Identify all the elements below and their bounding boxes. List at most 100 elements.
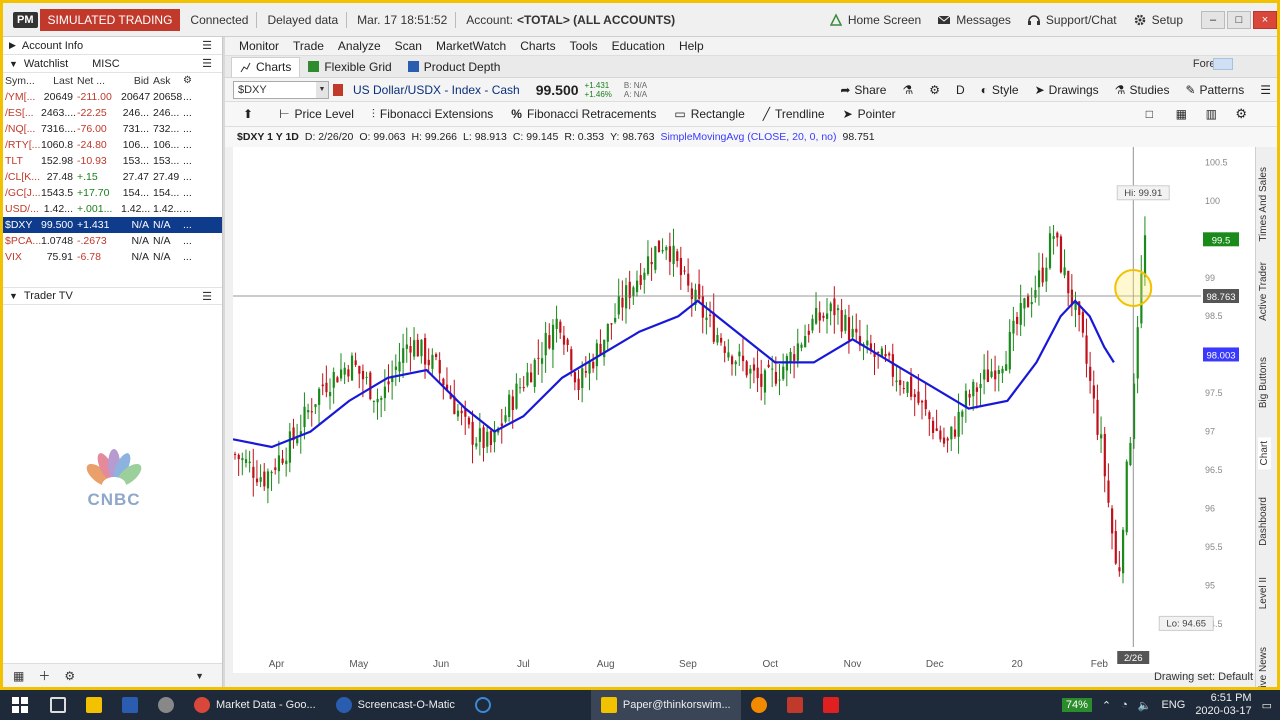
setup-button[interactable]: Setup <box>1133 13 1183 27</box>
screencast-task[interactable]: Screencast-O-Matic <box>326 690 465 720</box>
table-row[interactable]: /CL[K... 27.48 +.15 27.47 27.49... <box>3 169 222 185</box>
app-orange-button[interactable] <box>741 690 777 720</box>
fib-retracements-tool[interactable]: % Fibonacci Retracements <box>511 107 656 121</box>
app-l-button[interactable] <box>112 690 148 720</box>
file-explorer-button[interactable] <box>76 690 112 720</box>
clock[interactable]: 6:51 PM 2020-03-17 <box>1195 692 1251 718</box>
panel-menu-icon[interactable]: ☰ <box>202 39 212 52</box>
expand-arrow-icon[interactable]: ▶ <box>9 40 16 51</box>
messages-button[interactable]: Messages <box>937 13 1011 27</box>
table-row[interactable]: $PCA... 1.0748 -.2673 N/A N/A... <box>3 233 222 249</box>
tab-flexible-grid[interactable]: Flexible Grid <box>300 57 399 77</box>
column-header[interactable]: Last <box>41 73 77 89</box>
pin-icon[interactable]: ⬆ <box>243 107 253 121</box>
account-selector[interactable]: <TOTAL> (ALL ACCOUNTS) <box>517 13 675 27</box>
menu-icon[interactable]: ☰ <box>1260 83 1271 97</box>
grid-icon[interactable]: ▦ <box>13 669 24 683</box>
watchlist-settings-icon[interactable]: ⚙ <box>183 73 201 89</box>
drawings-button[interactable]: ➤ Drawings <box>1035 83 1099 97</box>
app-files-button[interactable] <box>777 690 813 720</box>
flag-icon[interactable] <box>333 83 343 96</box>
side-tab-dashboard[interactable]: Dashboard <box>1258 497 1269 546</box>
sma-study-label[interactable]: SimpleMovingAvg (CLOSE, 20, 0, no) <box>660 131 836 143</box>
menu-tools[interactable]: Tools <box>570 39 598 53</box>
record-button[interactable] <box>465 690 501 720</box>
thinkorswim-task[interactable]: Paper@thinkorswim... <box>590 690 741 720</box>
settings-button[interactable]: ⚙ <box>929 83 940 97</box>
notifications-icon[interactable]: ▭ <box>1262 699 1272 712</box>
table-row[interactable]: $DXY 99.500 +1.431 N/A N/A... <box>3 217 222 233</box>
home-screen-button[interactable]: Home Screen <box>829 13 921 27</box>
column-header[interactable]: Bid <box>121 73 153 89</box>
collapse-arrow-icon[interactable]: ▼ <box>9 59 18 69</box>
menu-trade[interactable]: Trade <box>293 39 324 53</box>
gear-icon[interactable]: ⚙ <box>1235 106 1247 122</box>
table-row[interactable]: /YM[... 20649 -211.00 20647 20658... <box>3 89 222 105</box>
chrome-task[interactable]: Market Data - Goo... <box>184 690 326 720</box>
table-row[interactable]: /NQ[... 7316.... -76.00 731... 732...... <box>3 121 222 137</box>
table-row[interactable]: /ES[... 2463.... -22.25 246... 246...... <box>3 105 222 121</box>
flask-button[interactable]: ⚗ <box>902 83 913 97</box>
table-row[interactable]: /GC[J... 1543.5 +17.70 154... 154...... <box>3 185 222 201</box>
tab-charts[interactable]: Charts <box>231 56 301 77</box>
watchlist-name[interactable]: MISC <box>92 58 120 70</box>
table-row[interactable]: VIX 75.91 -6.78 N/A N/A... <box>3 249 222 265</box>
maximize-button[interactable]: □ <box>1227 11 1251 29</box>
table-row[interactable]: /RTY[... 1060.8 -24.80 106... 106...... <box>3 137 222 153</box>
pointer-tool[interactable]: ➤ Pointer <box>843 107 896 121</box>
collapse-arrow-icon[interactable]: ▼ <box>9 291 18 301</box>
battery-indicator[interactable]: 74% <box>1061 698 1092 712</box>
watchlist-header[interactable]: ▼ Watchlist MISC ☰ <box>3 55 222 73</box>
menu-help[interactable]: Help <box>679 39 704 53</box>
menu-monitor[interactable]: Monitor <box>239 39 279 53</box>
language-indicator[interactable]: ENG <box>1161 699 1185 711</box>
support-chat-button[interactable]: Support/Chat <box>1027 13 1117 27</box>
start-button[interactable] <box>0 690 40 720</box>
price-chart[interactable]: 100.510099.59998.59897.59796.59695.59594… <box>233 147 1263 673</box>
single-view-icon[interactable]: □ <box>1146 107 1153 121</box>
menu-education[interactable]: Education <box>612 39 665 53</box>
share-button[interactable]: ➦ Share <box>840 83 886 97</box>
symbol-input[interactable]: $DXY ▼ <box>233 80 329 99</box>
volume-icon[interactable]: 🔈 <box>1138 699 1152 712</box>
column-header[interactable]: Ask <box>153 73 183 89</box>
side-tab-level-ii[interactable]: Level II <box>1258 577 1269 609</box>
app-red-button[interactable] <box>813 690 849 720</box>
add-icon[interactable]: ＋ <box>38 667 50 684</box>
style-button[interactable]: ◐ Style <box>981 83 1019 97</box>
layout-icon[interactable]: ▥ <box>1206 107 1217 121</box>
table-row[interactable]: TLT 152.98 -10.93 153... 153...... <box>3 153 222 169</box>
column-header[interactable]: Net ... <box>77 73 121 89</box>
studies-button[interactable]: ⚗ Studies <box>1115 83 1170 97</box>
tab-product-depth[interactable]: Product Depth <box>400 57 509 77</box>
menu-charts[interactable]: Charts <box>520 39 555 53</box>
patterns-button[interactable]: ✎ Patterns <box>1185 83 1244 97</box>
network-icon[interactable]: ◔ <box>1121 699 1128 711</box>
chevron-up-icon[interactable]: ⌃ <box>1102 699 1111 712</box>
dropdown-arrow-icon[interactable]: ▼ <box>316 81 328 98</box>
side-tab-live-news[interactable]: Live News <box>1258 647 1269 687</box>
column-header[interactable]: Sym... <box>5 73 41 89</box>
menu-scan[interactable]: Scan <box>395 39 422 53</box>
d-button[interactable]: D <box>956 83 965 97</box>
grid-view-icon[interactable]: ▦ <box>1176 107 1187 121</box>
trader-tv-header[interactable]: ▼ Trader TV ☰ <box>3 287 222 305</box>
menu-marketwatch[interactable]: MarketWatch <box>436 39 506 53</box>
side-tab-big-buttons[interactable]: Big Buttons <box>1258 357 1269 408</box>
trendline-tool[interactable]: ╱ Trendline <box>763 107 825 121</box>
app-circle-button[interactable] <box>148 690 184 720</box>
table-row[interactable]: USD/... 1.42... +.001... 1.42... 1.42...... <box>3 201 222 217</box>
account-info-header[interactable]: ▶ Account Info ☰ <box>3 37 222 55</box>
side-tab-active-trader[interactable]: Active Trader <box>1258 262 1269 321</box>
price-level-tool[interactable]: ⊢ Price Level <box>279 107 354 121</box>
forex-indicator[interactable] <box>1213 58 1233 70</box>
side-tab-chart[interactable]: Chart <box>1258 437 1271 470</box>
task-view-button[interactable] <box>40 690 76 720</box>
minimize-button[interactable]: – <box>1201 11 1225 29</box>
rectangle-tool[interactable]: ▭ Rectangle <box>674 107 744 121</box>
dropdown-arrow-icon[interactable]: ▼ <box>195 671 204 681</box>
side-tab-times-and-sales[interactable]: Times And Sales <box>1258 167 1269 242</box>
panel-menu-icon[interactable]: ☰ <box>202 290 212 303</box>
gear-icon[interactable]: ⚙ <box>64 669 75 683</box>
close-button[interactable]: × <box>1253 11 1277 29</box>
